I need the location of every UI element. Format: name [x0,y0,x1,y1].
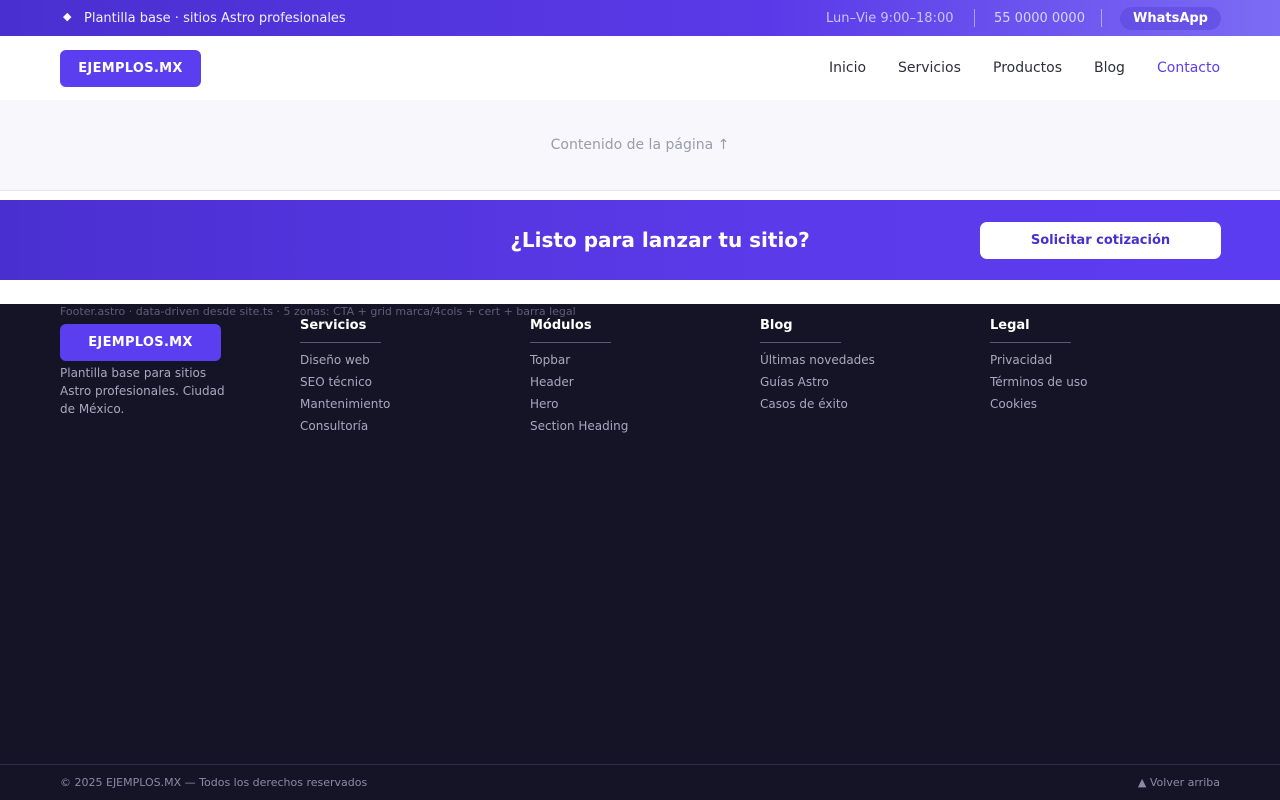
footer-link[interactable]: SEO técnico [300,371,390,393]
footer-link[interactable]: Privacidad [990,349,1087,371]
business-hours: Lun–Vie 9:00–18:00 [826,11,954,26]
footer-link[interactable]: Topbar [530,349,628,371]
footer-link[interactable]: Section Heading [530,415,628,437]
column-divider [300,342,381,343]
footer-column-legal: Legal Privacidad Términos de uso Cookies [990,318,1087,415]
footer-link[interactable]: Diseño web [300,349,390,371]
topbar-divider [974,9,975,27]
site-header: EJEMPLOS.MX Inicio Servicios Productos B… [0,36,1280,100]
footer-column-blog: Blog Últimas novedades Guías Astro Casos… [760,318,875,415]
footer-description: Plantilla base para sitios Astro profesi… [60,366,225,416]
footer-link[interactable]: Guías Astro [760,371,875,393]
column-divider [990,342,1071,343]
topbar-divider [1101,9,1102,27]
footer-column-title: Legal [990,318,1030,333]
nav-item-blog[interactable]: Blog [1094,60,1125,77]
back-to-top-link[interactable]: ▲ Volver arriba [1138,776,1220,789]
footer-column-modulos: Módulos Topbar Header Hero Section Headi… [530,318,628,437]
request-quote-button[interactable]: Solicitar cotización [980,222,1221,259]
footer-column-servicios: Servicios Diseño web SEO técnico Manteni… [300,318,390,437]
footer-link[interactable]: Consultoría [300,415,390,437]
whatsapp-button[interactable]: WhatsApp [1120,7,1221,30]
topbar-tagline: Plantilla base · sitios Astro profesiona… [84,11,346,26]
legal-bar: © 2025 EJEMPLOS.MX — Todos los derechos … [0,764,1280,800]
footer-link[interactable]: Cookies [990,393,1087,415]
copyright-text: © 2025 EJEMPLOS.MX — Todos los derechos … [60,776,368,789]
topbar: ◆ Plantilla base · sitios Astro profesio… [0,0,1280,36]
phone-link[interactable]: 55 0000 0000 [994,10,1085,27]
nav-item-inicio[interactable]: Inicio [829,60,866,77]
diamond-icon: ◆ [63,10,72,23]
footer-column-title: Servicios [300,318,367,333]
site-footer: Footer.astro · data-driven desde site.ts… [0,304,1280,800]
footer-link[interactable]: Casos de éxito [760,393,875,415]
footer-link[interactable]: Header [530,371,628,393]
footer-link[interactable]: Hero [530,393,628,415]
content-placeholder: Contenido de la página ↑ [550,137,730,153]
column-divider [760,342,841,343]
column-divider [530,342,611,343]
footer-link[interactable]: Últimas novedades [760,349,875,371]
footer-column-title: Módulos [530,318,592,333]
footer-logo[interactable]: EJEMPLOS.MX [60,324,221,361]
site-logo[interactable]: EJEMPLOS.MX [60,50,201,87]
footer-column-title: Blog [760,318,793,333]
footer-link[interactable]: Mantenimiento [300,393,390,415]
cta-banner: ¿Listo para lanzar tu sitio? Solicitar c… [0,200,1280,280]
nav-item-productos[interactable]: Productos [993,60,1062,77]
footer-dev-note: Footer.astro · data-driven desde site.ts… [60,305,576,318]
page-content: Contenido de la página ↑ [0,100,1280,191]
footer-link[interactable]: Términos de uso [990,371,1087,393]
nav-item-contacto[interactable]: Contacto [1157,60,1220,77]
nav-item-servicios[interactable]: Servicios [898,60,961,77]
